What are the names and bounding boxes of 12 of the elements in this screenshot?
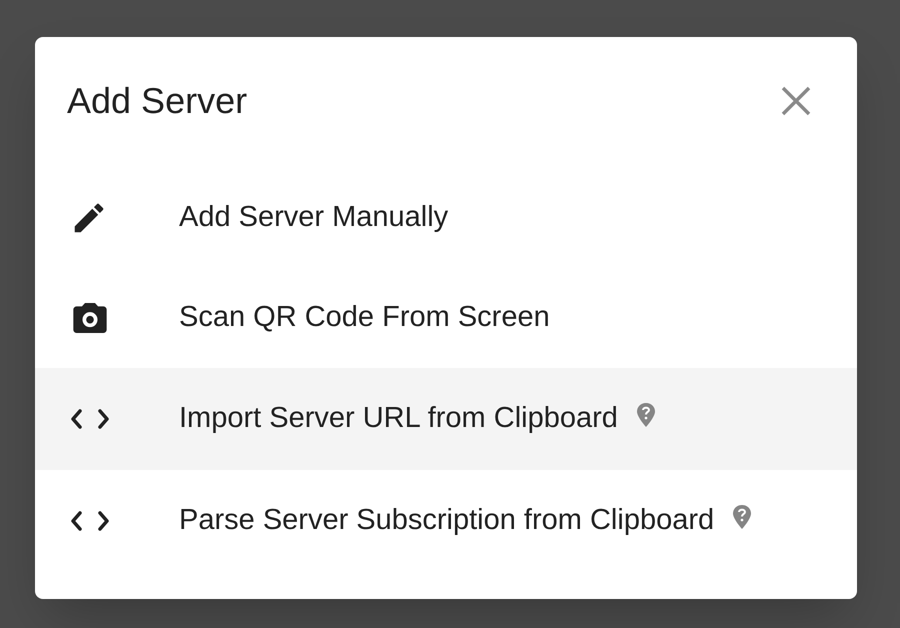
- item-label: Parse Server Subscription from Clipboard: [179, 503, 714, 538]
- dialog-title: Add Server: [67, 79, 248, 123]
- item-label: Add Server Manually: [179, 200, 448, 236]
- item-label: Scan QR Code From Screen: [179, 300, 550, 336]
- code-icon: [70, 407, 110, 431]
- menu-item[interactable]: Parse Server Subscription from Clipboard: [35, 470, 857, 572]
- close-icon[interactable]: [779, 84, 813, 118]
- menu-item[interactable]: Scan QR Code From Screen: [35, 268, 857, 368]
- item-label: Import Server URL from Clipboard: [179, 401, 618, 436]
- menu-item[interactable]: Add Server Manually: [35, 168, 857, 268]
- menu-item[interactable]: Import Server URL from Clipboard: [35, 368, 857, 470]
- code-icon: [70, 509, 110, 533]
